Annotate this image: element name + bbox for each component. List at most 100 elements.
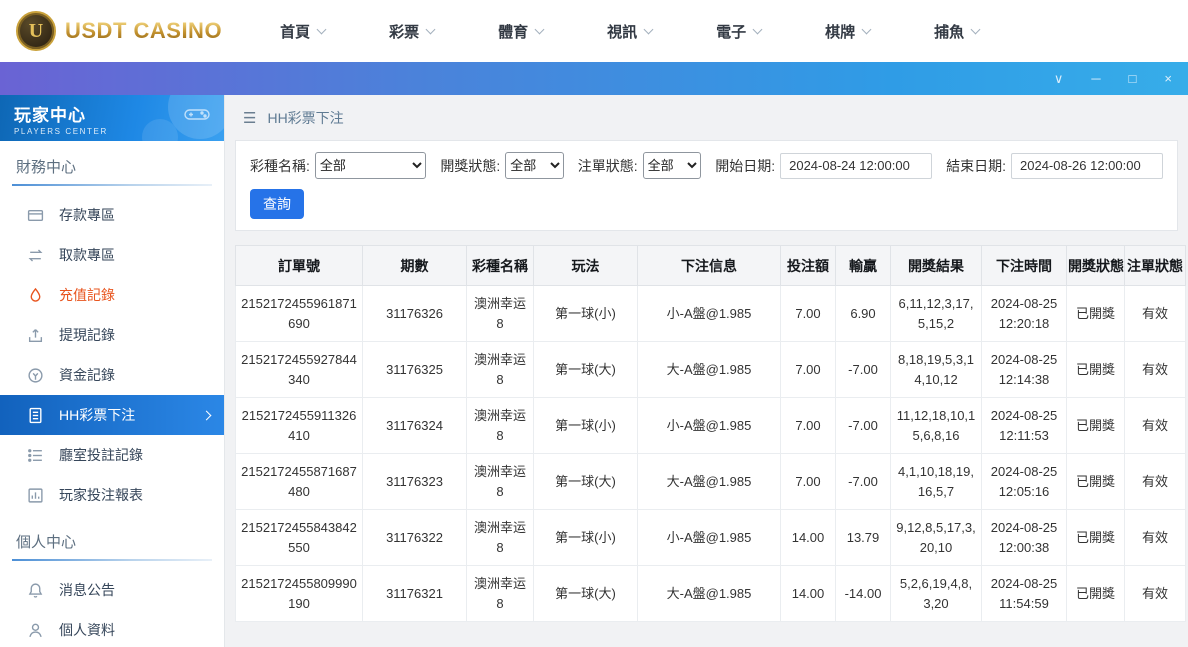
table-cell: 31176321 [362, 565, 467, 622]
table-cell: 有效 [1124, 397, 1186, 454]
table-cell: 第一球(小) [533, 397, 638, 454]
table-cell: -7.00 [835, 397, 891, 454]
breadcrumb-bar: ☰ HH彩票下注 [235, 95, 1178, 140]
nav-item-slots[interactable]: 電子 [716, 21, 763, 42]
nav-item-home[interactable]: 首頁 [280, 21, 327, 42]
document-list-icon [29, 407, 42, 423]
table-cell: 14.00 [780, 565, 836, 622]
table-cell: 4,1,10,18,19,16,5,7 [890, 453, 982, 510]
table-cell: 8,18,19,5,3,14,10,12 [890, 341, 982, 398]
table-cell: 第一球(小) [533, 509, 638, 566]
report-chart-icon [28, 487, 43, 503]
table-row: 2152172455871687480 31176323 澳洲幸运8 第一球(大) 大-… [235, 453, 1186, 510]
window-maximize-button[interactable]: □ [1129, 72, 1137, 85]
sidebar-item-label: 玩家投注報表 [59, 487, 143, 503]
finance-menu: 存款專區 取款專區 充值記錄 提現記錄 資金記錄 HH彩票下注 廳室投註記錄 玩… [0, 186, 224, 516]
nav-item-fishing[interactable]: 捕魚 [934, 21, 981, 42]
nav-label: 電子 [716, 23, 747, 41]
column-header-period: 期數 [362, 245, 467, 286]
column-header-lottery-name: 彩種名稱 [466, 245, 534, 286]
menu-toggle-icon[interactable]: ☰ [243, 109, 256, 127]
window-minimize-button[interactable]: ─ [1091, 72, 1100, 85]
search-button[interactable]: 查詢 [250, 189, 304, 219]
table-row: 2152172455843842550 31176322 澳洲幸运8 第一球(小) 小-… [235, 509, 1186, 566]
sidebar-item-hall-bet-records[interactable]: 廳室投註記錄 [0, 435, 224, 475]
table-cell: 2024-08-25 12:05:16 [981, 453, 1067, 510]
window-close-button[interactable]: × [1164, 72, 1172, 85]
table-cell: 2152172455809990190 [235, 565, 363, 622]
bullet-list-icon [28, 448, 42, 462]
app-window: U USDT CASINO 首頁 彩票 體育 視訊 電子 棋牌 捕魚 ∨ ─ □… [0, 0, 1188, 647]
lottery-type-select[interactable]: 全部 [314, 152, 427, 179]
player-center-title: 玩家中心 [14, 106, 86, 125]
start-date-label: 開始日期: [715, 157, 776, 174]
table-cell: 31176325 [362, 341, 467, 398]
sidebar-item-funds-records[interactable]: 資金記錄 [0, 355, 224, 395]
table-cell: -7.00 [835, 453, 891, 510]
chevron-down-icon [534, 24, 545, 34]
nav-item-chess[interactable]: 棋牌 [825, 21, 872, 42]
table-cell: 澳洲幸运8 [466, 565, 534, 622]
table-cell: 7.00 [780, 397, 836, 454]
sidebar-item-recharge-records[interactable]: 充值記錄 [0, 275, 224, 315]
nav-label: 體育 [498, 23, 529, 41]
table-cell: 2152172455843842550 [235, 509, 363, 566]
personal-menu: 消息公告 個人資料 [0, 561, 224, 647]
table-cell: 31176324 [362, 397, 467, 454]
sidebar-item-player-bet-report[interactable]: 玩家投注報表 [0, 475, 224, 515]
table-cell: 9,12,8,5,17,3,20,10 [890, 509, 982, 566]
sidebar-item-profile[interactable]: 個人資料 [0, 610, 224, 647]
table-cell: 大-A盤@1.985 [637, 565, 781, 622]
main-content: ☰ HH彩票下注 彩種名稱: 全部 開獎狀態: 全部 注單狀態: 全部 開始日期… [225, 95, 1188, 647]
logo-badge-icon: U [16, 11, 56, 51]
sidebar: 玩家中心 PLAYERS CENTER 財務中心 存款專區 取款專區 充值記錄 … [0, 95, 225, 647]
table-cell: 13.79 [835, 509, 891, 566]
table-cell: 第一球(大) [533, 565, 638, 622]
sidebar-item-deposit[interactable]: 存款專區 [0, 195, 224, 235]
sidebar-item-cashout-records[interactable]: 提現記錄 [0, 315, 224, 355]
nav-item-sports[interactable]: 體育 [498, 21, 545, 42]
end-date-input[interactable] [1011, 152, 1163, 179]
column-header-bet-time: 下注時間 [981, 245, 1067, 286]
table-cell: 有效 [1124, 341, 1186, 398]
nav-label: 捕魚 [934, 23, 965, 41]
window-titlebar: ∨ ─ □ × [0, 62, 1188, 95]
table-cell: 2024-08-25 12:11:53 [981, 397, 1067, 454]
logo[interactable]: U USDT CASINO [16, 11, 222, 51]
sidebar-item-announcements[interactable]: 消息公告 [0, 570, 224, 610]
table-cell: -7.00 [835, 341, 891, 398]
bet-records-table-wrap: 訂單號 期數 彩種名稱 玩法 下注信息 投注額 輸贏 開獎結果 下注時間 開獎狀… [235, 245, 1186, 622]
table-cell: 2024-08-25 12:00:38 [981, 509, 1067, 566]
table-cell: 7.00 [780, 285, 836, 342]
nav-item-lottery[interactable]: 彩票 [389, 21, 436, 42]
bet-status-select[interactable]: 全部 [642, 152, 702, 179]
lottery-type-label: 彩種名稱: [250, 157, 310, 174]
main-nav: 首頁 彩票 體育 視訊 電子 棋牌 捕魚 [280, 21, 981, 42]
window-dropdown-button[interactable]: ∨ [1054, 72, 1064, 85]
table-cell: 澳洲幸运8 [466, 453, 534, 510]
person-icon [29, 623, 42, 637]
chevron-down-icon [425, 24, 436, 34]
sidebar-item-label: 存款專區 [59, 207, 115, 223]
table-cell: 第一球(大) [533, 341, 638, 398]
table-cell: 有效 [1124, 285, 1186, 342]
table-cell: 31176323 [362, 453, 467, 510]
sidebar-item-withdraw[interactable]: 取款專區 [0, 235, 224, 275]
table-cell: -14.00 [835, 565, 891, 622]
sidebar-item-label: 廳室投註記錄 [59, 447, 143, 463]
top-navigation: U USDT CASINO 首頁 彩票 體育 視訊 電子 棋牌 捕魚 [0, 0, 1188, 62]
table-cell: 2024-08-25 12:14:38 [981, 341, 1067, 398]
nav-item-live-video[interactable]: 視訊 [607, 21, 654, 42]
table-cell: 5,2,6,19,4,8,3,20 [890, 565, 982, 622]
table-cell: 大-A盤@1.985 [637, 453, 781, 510]
bell-icon [28, 582, 43, 598]
droplet-icon [30, 287, 41, 302]
draw-status-select[interactable]: 全部 [505, 152, 564, 179]
table-cell: 14.00 [780, 509, 836, 566]
bet-table-body: 2152172455961871690 31176326 澳洲幸运8 第一球(小) 小-… [235, 285, 1186, 622]
column-header-bet-amount: 投注額 [780, 245, 836, 286]
column-header-bet-info: 下注信息 [637, 245, 781, 286]
start-date-input[interactable] [780, 152, 933, 179]
sidebar-item-hh-lottery-bets[interactable]: HH彩票下注 [0, 395, 224, 435]
nav-label: 視訊 [607, 23, 638, 41]
